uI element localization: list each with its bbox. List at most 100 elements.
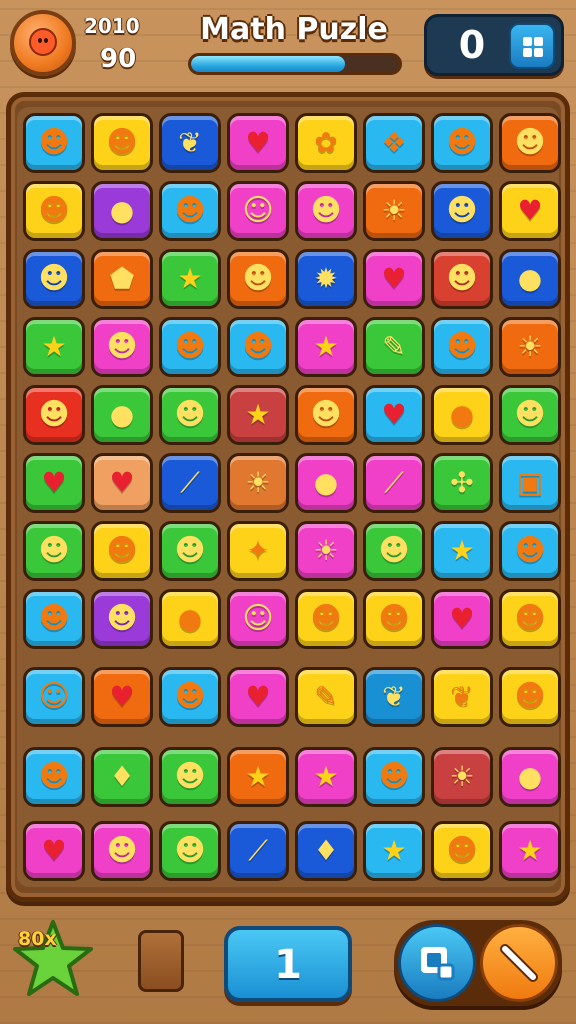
tile-icon: ❖ (381, 126, 407, 159)
pencil-button[interactable] (480, 924, 558, 1002)
board-tile[interactable]: ★ (159, 249, 221, 309)
board-tile[interactable]: ♥ (23, 453, 85, 513)
board-tile[interactable]: ☻ (91, 113, 153, 173)
board-tile[interactable]: ☻ (295, 589, 357, 649)
board-tile[interactable]: ☻ (23, 589, 85, 649)
board-tile[interactable]: ★ (295, 317, 357, 377)
board-tile[interactable]: ☻ (295, 181, 357, 241)
board-tile[interactable]: ☻ (363, 747, 425, 807)
board-tile[interactable]: ✎ (363, 317, 425, 377)
board-tile[interactable]: ☻ (23, 113, 85, 173)
board-tile[interactable]: ☻ (227, 249, 289, 309)
tile-icon: ✹ (314, 262, 338, 295)
board-tile[interactable]: ♥ (363, 249, 425, 309)
board-tile[interactable]: ☀ (295, 521, 357, 581)
tile-icon: ☻ (446, 833, 478, 868)
tile-icon: ● (109, 398, 135, 431)
board-tile[interactable]: ♥ (227, 667, 289, 727)
board-tile[interactable]: ⬟ (91, 249, 153, 309)
tile-icon: ☀ (313, 534, 339, 567)
board-tile[interactable]: ☻ (363, 521, 425, 581)
board-tile[interactable]: ● (499, 747, 561, 807)
board-tile[interactable]: ☻ (159, 317, 221, 377)
board-tile[interactable]: ☺ (227, 589, 289, 649)
board-tile[interactable]: ★ (431, 521, 493, 581)
board-tile[interactable]: ❖ (363, 113, 425, 173)
board-tile[interactable]: ❦ (431, 667, 493, 727)
board-tile[interactable]: ● (159, 589, 221, 649)
board-tile[interactable]: ☻ (499, 667, 561, 727)
board-tile[interactable]: ⟋ (227, 821, 289, 881)
board-tile[interactable]: ★ (363, 821, 425, 881)
board-tile[interactable]: ☻ (295, 385, 357, 445)
board-tile[interactable]: ☻ (499, 113, 561, 173)
board-tile[interactable]: ☻ (431, 113, 493, 173)
board-tile[interactable]: ☻ (159, 385, 221, 445)
board-tile[interactable]: ⟋ (363, 453, 425, 513)
board-tile[interactable]: ♦ (91, 747, 153, 807)
board-tile[interactable]: ● (295, 453, 357, 513)
hint-button[interactable] (398, 924, 476, 1002)
board-tile[interactable]: ✣ (431, 453, 493, 513)
board-tile[interactable]: ☻ (91, 589, 153, 649)
board-tile[interactable]: ♥ (363, 385, 425, 445)
board-tile[interactable]: ★ (499, 821, 561, 881)
board-tile[interactable]: ✹ (295, 249, 357, 309)
board-tile[interactable]: ♥ (499, 181, 561, 241)
board-tile[interactable]: ❦ (159, 113, 221, 173)
board-tile[interactable]: ● (431, 385, 493, 445)
board-tile[interactable]: ☻ (23, 385, 85, 445)
board-tile[interactable]: ☺ (227, 181, 289, 241)
board-tile[interactable]: ☻ (23, 521, 85, 581)
board-tile[interactable]: ☻ (431, 181, 493, 241)
board-tile[interactable]: ☻ (363, 589, 425, 649)
board-tile[interactable]: ☻ (23, 747, 85, 807)
board-tile[interactable]: ● (91, 181, 153, 241)
board-tile[interactable]: ▣ (499, 453, 561, 513)
board-tile[interactable]: ☻ (23, 249, 85, 309)
board-tile[interactable]: ☻ (431, 249, 493, 309)
board-tile[interactable]: ● (499, 249, 561, 309)
board-tile[interactable]: ♥ (91, 667, 153, 727)
board-tile[interactable]: ☻ (499, 589, 561, 649)
board-tile[interactable]: ✎ (295, 667, 357, 727)
board-tile[interactable]: ♥ (91, 453, 153, 513)
board-tile[interactable]: ♥ (23, 821, 85, 881)
board-tile[interactable]: ☻ (159, 821, 221, 881)
board-tile[interactable]: ☀ (227, 453, 289, 513)
board-tile[interactable]: ☻ (159, 747, 221, 807)
board-tile[interactable]: ☺ (23, 667, 85, 727)
board-tile[interactable]: ☻ (227, 317, 289, 377)
board-tile[interactable]: ⟋ (159, 453, 221, 513)
board-tile[interactable]: ☀ (431, 747, 493, 807)
board-tile[interactable]: ☻ (23, 181, 85, 241)
board-tile[interactable]: ☻ (91, 821, 153, 881)
tile-icon: ☻ (310, 397, 342, 432)
board-tile[interactable]: ♥ (227, 113, 289, 173)
empty-slot[interactable] (138, 930, 184, 992)
board-tile[interactable]: ♦ (295, 821, 357, 881)
board-tile[interactable]: ★ (295, 747, 357, 807)
player-avatar[interactable] (10, 10, 76, 76)
board-tile[interactable]: ☻ (431, 821, 493, 881)
board-tile[interactable]: ☻ (91, 521, 153, 581)
tile-icon: ☻ (446, 261, 478, 296)
board-tile[interactable]: ☻ (499, 521, 561, 581)
board-tile[interactable]: ☻ (159, 181, 221, 241)
board-tile[interactable]: ❦ (363, 667, 425, 727)
board-tile[interactable]: ☻ (499, 385, 561, 445)
board-tile[interactable]: ✦ (227, 521, 289, 581)
board-tile[interactable]: ☻ (159, 667, 221, 727)
board-tile[interactable]: ☀ (499, 317, 561, 377)
grid-menu-button[interactable] (509, 23, 555, 69)
board-tile[interactable]: ● (91, 385, 153, 445)
board-tile[interactable]: ★ (23, 317, 85, 377)
board-tile[interactable]: ☀ (363, 181, 425, 241)
board-tile[interactable]: ☻ (431, 317, 493, 377)
board-tile[interactable]: ☻ (91, 317, 153, 377)
board-tile[interactable]: ♥ (431, 589, 493, 649)
board-tile[interactable]: ☻ (159, 521, 221, 581)
board-tile[interactable]: ✿ (295, 113, 357, 173)
board-tile[interactable]: ★ (227, 385, 289, 445)
board-tile[interactable]: ★ (227, 747, 289, 807)
